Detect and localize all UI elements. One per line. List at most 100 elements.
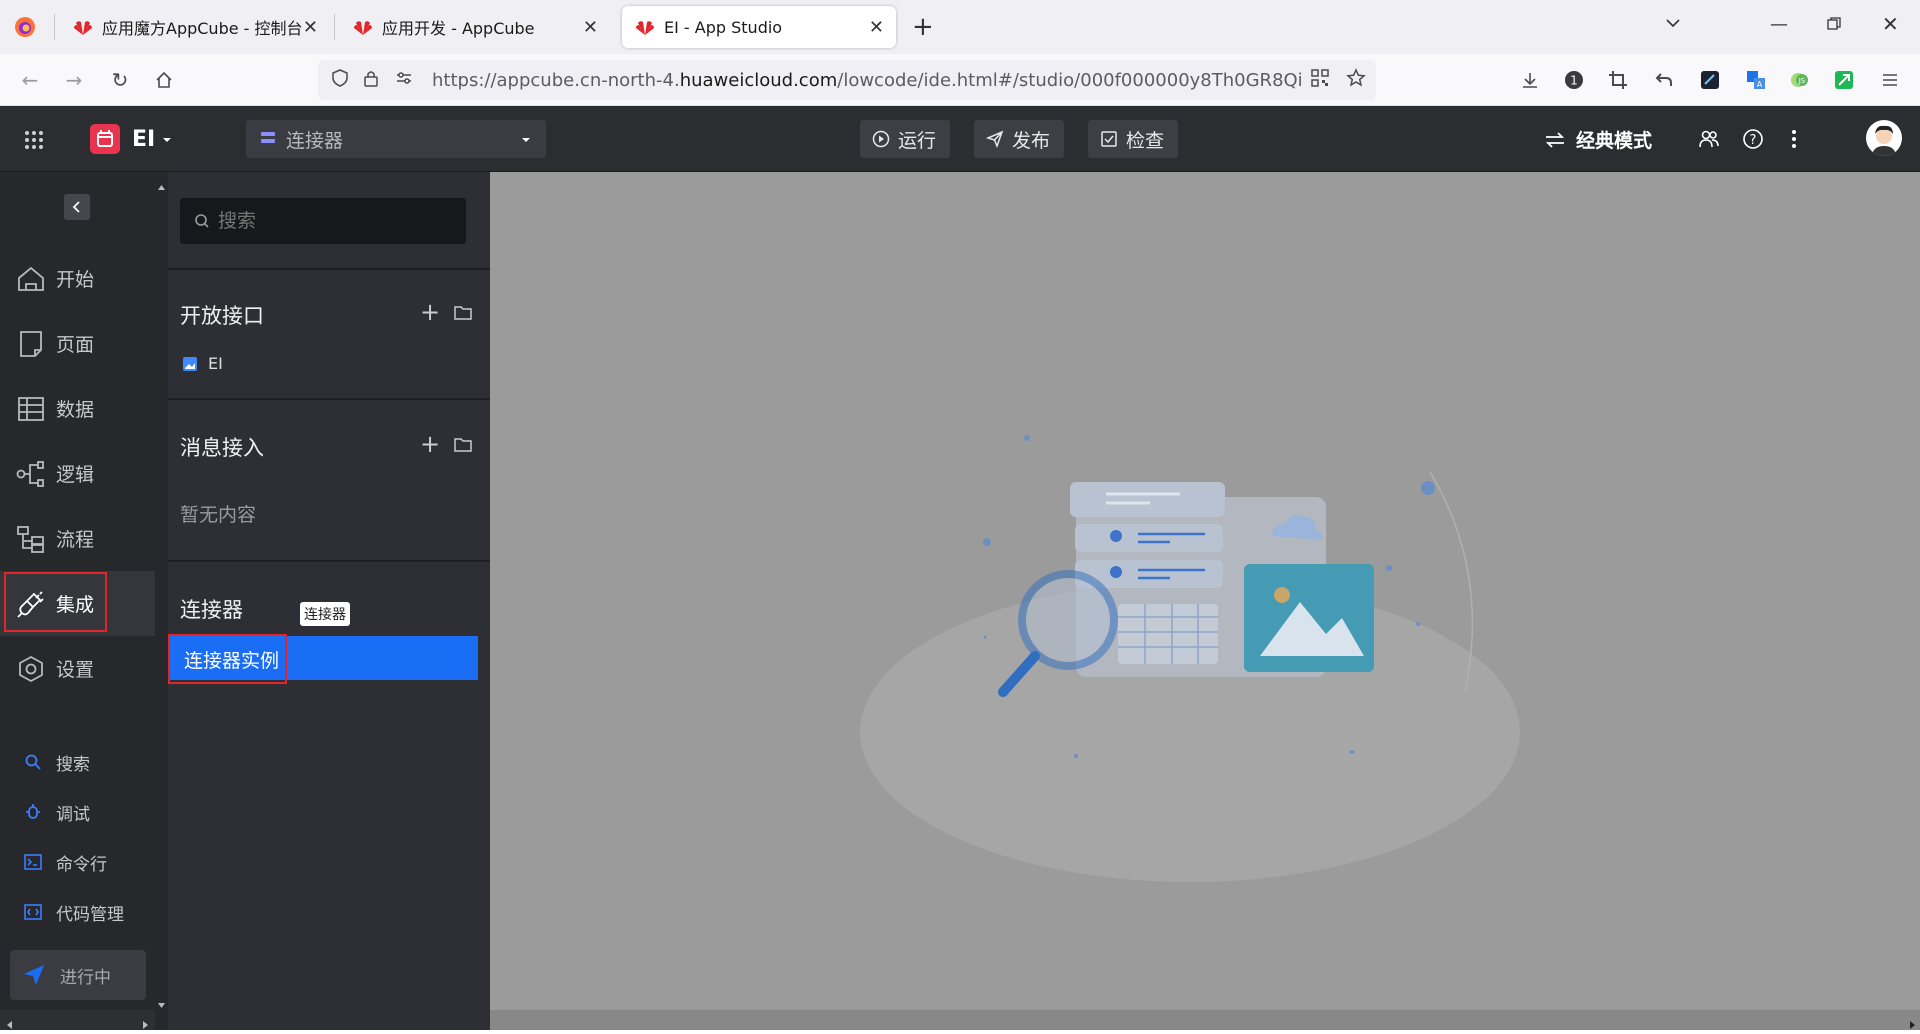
rail-item-logic[interactable]: 逻辑 — [0, 441, 155, 506]
app-logo-icon — [90, 124, 120, 154]
rail-tool-search[interactable]: 搜索 — [0, 740, 155, 784]
user-avatar[interactable] — [1866, 120, 1902, 156]
url-text[interactable]: https://appcube.cn-north-4.huaweicloud.c… — [432, 70, 1303, 91]
rail-label: 逻辑 — [56, 464, 95, 486]
extension-green-icon[interactable] — [1828, 64, 1860, 96]
translate-icon[interactable]: A — [1740, 64, 1772, 96]
rail-tool-terminal[interactable]: 命令行 — [0, 840, 155, 884]
connector-type-icon — [260, 130, 276, 149]
rail-item-data[interactable]: 数据 — [0, 376, 155, 441]
rail-tool-label: 代码管理 — [56, 904, 124, 925]
activity-rail: 开始 页面 数据 逻辑 流程 集成 设置 搜索 调试 命令行 代码管理 进行中 — [0, 172, 155, 1030]
tree-item-ei[interactable]: EI — [182, 354, 223, 373]
extension-js-icon[interactable]: JS — [1784, 64, 1816, 96]
connector-tooltip: 连接器 — [300, 602, 350, 626]
folder-icon[interactable] — [454, 437, 472, 456]
firefox-icon[interactable] — [14, 16, 36, 38]
folder-icon[interactable] — [454, 305, 472, 324]
back-arrow-icon[interactable]: ← — [14, 64, 46, 96]
close-tab-icon[interactable]: ✕ — [869, 17, 884, 38]
play-icon — [872, 130, 890, 148]
page-icon — [20, 330, 42, 357]
more-vertical-icon[interactable] — [1790, 128, 1798, 154]
section-title-connector: 连接器 — [180, 598, 243, 622]
table-icon — [18, 396, 44, 421]
rail-item-flow[interactable]: 流程 — [0, 506, 155, 571]
help-icon[interactable]: ? — [1742, 128, 1764, 154]
rail-label: 开始 — [56, 269, 95, 291]
home-icon[interactable] — [148, 64, 180, 96]
password-manager-icon[interactable]: 1 — [1558, 64, 1590, 96]
rail-horizontal-scrollbar[interactable] — [0, 1010, 155, 1030]
svg-text:1: 1 — [1570, 74, 1578, 88]
rail-item-pages[interactable]: 页面 — [0, 311, 155, 376]
address-bar[interactable]: https://appcube.cn-north-4.huaweicloud.c… — [318, 60, 1376, 100]
check-button[interactable]: 检查 — [1088, 120, 1178, 158]
scroll-right-arrow-icon[interactable] — [142, 1015, 149, 1034]
divider — [168, 268, 490, 270]
scroll-right-arrow-icon[interactable] — [1909, 1015, 1916, 1034]
search-icon — [195, 214, 209, 228]
collapse-rail-button[interactable] — [64, 194, 90, 220]
tab-title: 应用魔方AppCube - 控制台 — [102, 19, 303, 38]
crop-icon[interactable] — [1602, 64, 1634, 96]
shield-icon[interactable] — [330, 68, 350, 92]
collaborators-icon[interactable] — [1698, 128, 1720, 154]
apps-grid-icon[interactable] — [24, 130, 44, 154]
close-tab-icon[interactable]: ✕ — [303, 17, 318, 38]
send-icon — [986, 130, 1004, 148]
panel-search-input[interactable] — [218, 210, 448, 232]
publish-button[interactable]: 发布 — [974, 120, 1064, 158]
terminal-icon — [24, 854, 42, 870]
tab-list-chevron-icon[interactable] — [1664, 14, 1682, 37]
caret-down-icon — [520, 130, 532, 149]
new-tab-button[interactable]: + — [912, 12, 934, 42]
rail-item-settings[interactable]: 设置 — [0, 636, 155, 701]
tab-appcube[interactable]: 应用开发 - AppCube ✕ — [340, 6, 610, 48]
undo-icon[interactable] — [1648, 64, 1680, 96]
empty-state-illustration — [860, 435, 1520, 882]
rail-tool-label: 调试 — [56, 804, 90, 825]
tree-item-label: EI — [208, 354, 223, 373]
rail-label: 页面 — [56, 334, 95, 356]
close-tab-icon[interactable]: ✕ — [583, 17, 598, 38]
close-window-button[interactable]: ✕ — [1882, 12, 1899, 36]
scroll-up-arrow-icon[interactable] — [157, 176, 166, 195]
flow-icon — [17, 525, 44, 553]
canvas-horizontal-scrollbar[interactable] — [490, 1010, 1920, 1030]
download-icon[interactable] — [1514, 64, 1546, 96]
bug-icon — [26, 804, 40, 819]
minimize-button[interactable]: — — [1770, 14, 1788, 35]
run-button[interactable]: 运行 — [860, 120, 950, 158]
site-permissions-icon[interactable] — [394, 68, 414, 92]
rail-tool-code[interactable]: 代码管理 — [0, 890, 155, 934]
rail-tool-debug[interactable]: 调试 — [0, 790, 155, 834]
app-header: EI 连接器 运行 发布 检查 经典模式 ? — [0, 106, 1920, 172]
rail-scrollbar[interactable] — [155, 172, 168, 1030]
forward-arrow-icon[interactable]: → — [58, 64, 90, 96]
qr-code-icon[interactable] — [1310, 68, 1330, 92]
menu-hamburger-icon[interactable] — [1874, 64, 1906, 96]
rail-label: 数据 — [56, 399, 95, 421]
resource-type-select[interactable]: 连接器 — [246, 120, 546, 158]
add-open-api-icon[interactable]: + — [420, 300, 440, 324]
reload-icon[interactable]: ↻ — [104, 64, 136, 96]
rail-item-start[interactable]: 开始 — [0, 246, 155, 311]
tab-console[interactable]: 应用魔方AppCube - 控制台 ✕ — [60, 6, 330, 48]
app-name: EI — [132, 126, 156, 152]
in-progress-button[interactable]: 进行中 — [10, 950, 146, 1000]
add-message-icon[interactable]: + — [420, 432, 440, 456]
restore-button[interactable] — [1826, 16, 1842, 36]
bookmark-star-icon[interactable] — [1346, 68, 1366, 92]
panel-search-box[interactable] — [180, 198, 466, 244]
scroll-left-arrow-icon[interactable] — [6, 1015, 13, 1034]
tab-ei-app-studio[interactable]: EI - App Studio ✕ — [622, 6, 896, 48]
api-image-icon — [183, 356, 197, 371]
rail-tool-label: 搜索 — [56, 754, 90, 775]
extension-dark-icon[interactable] — [1694, 64, 1726, 96]
lock-icon[interactable] — [362, 68, 380, 92]
classic-mode-toggle[interactable]: 经典模式 — [1544, 126, 1652, 153]
scroll-down-arrow-icon[interactable] — [157, 994, 166, 1013]
search-icon — [25, 754, 41, 770]
app-switcher[interactable]: EI — [90, 124, 173, 154]
